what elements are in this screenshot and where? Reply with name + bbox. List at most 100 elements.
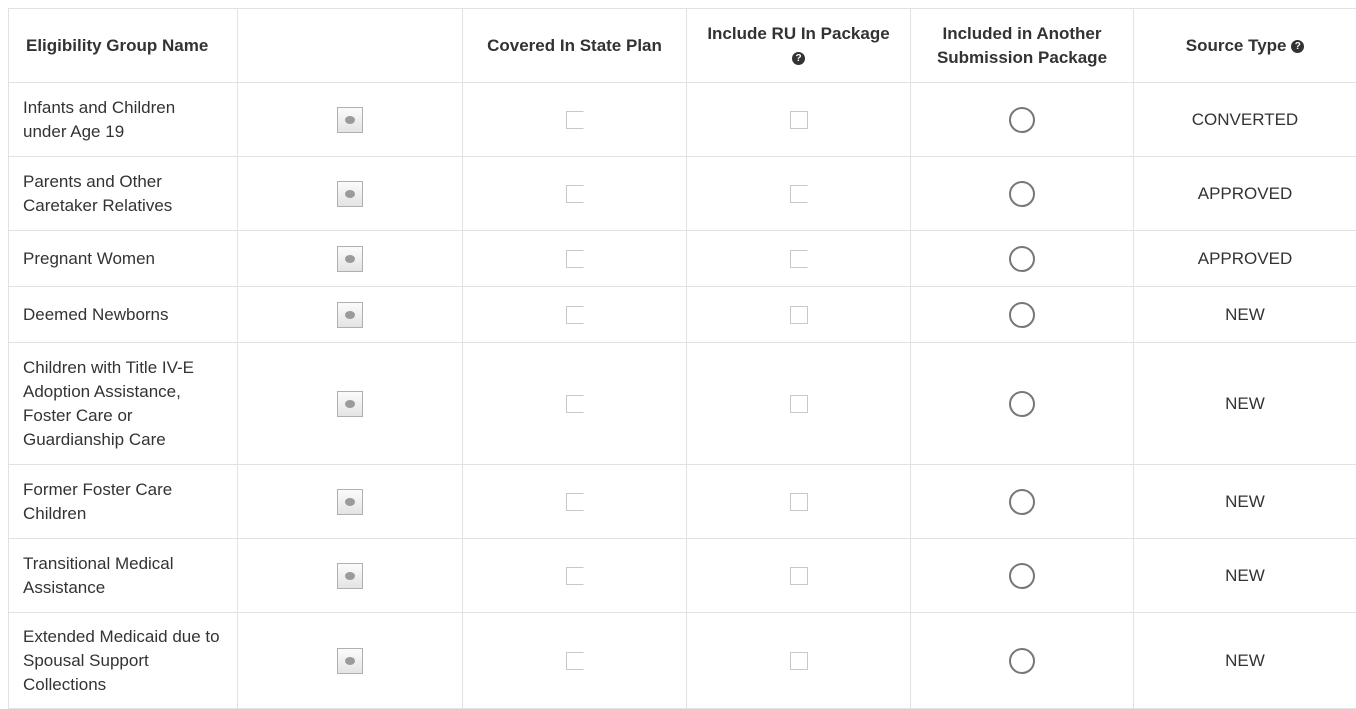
comment-cell [238,157,463,231]
include-ru-checkbox[interactable] [790,652,808,670]
source-type: APPROVED [1134,231,1356,287]
comment-cell [238,539,463,613]
included-another-radio[interactable] [1009,246,1035,272]
included-another-radio[interactable] [1009,563,1035,589]
eligibility-table: Eligibility Group Name Covered In State … [8,8,1356,709]
comment-icon[interactable] [337,391,363,417]
include-ru-cell [687,83,911,157]
include-ru-checkbox[interactable] [790,250,808,268]
header-name: Eligibility Group Name [9,9,238,83]
include-ru-checkbox[interactable] [790,306,808,324]
table-row: Parents and Other Caretaker Relatives AP… [9,157,1356,231]
eligibility-group-name: Children with Title IV-E Adoption Assist… [9,343,238,465]
include-ru-cell [687,465,911,539]
comment-icon[interactable] [337,107,363,133]
included-another-cell [911,231,1134,287]
covered-cell [463,157,687,231]
comment-icon[interactable] [337,302,363,328]
included-another-cell [911,83,1134,157]
source-type: NEW [1134,287,1356,343]
eligibility-group-name: Former Foster Care Children [9,465,238,539]
comment-cell [238,343,463,465]
covered-checkbox[interactable] [566,567,584,585]
included-another-cell [911,157,1134,231]
table-row: Transitional Medical Assistance NEW [9,539,1356,613]
source-type: APPROVED [1134,157,1356,231]
table-row: Pregnant Women APPROVED [9,231,1356,287]
source-type: NEW [1134,343,1356,465]
source-type: CONVERTED [1134,83,1356,157]
include-ru-cell [687,287,911,343]
header-blank [238,9,463,83]
header-source-type-label: Source Type [1186,36,1287,55]
question-circle-icon[interactable]: ? [792,52,805,65]
include-ru-cell [687,343,911,465]
header-covered: Covered In State Plan [463,9,687,83]
covered-checkbox[interactable] [566,493,584,511]
included-another-cell [911,343,1134,465]
header-include-ru: Include RU In Package ? [687,9,911,83]
include-ru-checkbox[interactable] [790,111,808,129]
table-row: Deemed Newborns NEW [9,287,1356,343]
comment-cell [238,83,463,157]
covered-checkbox[interactable] [566,185,584,203]
eligibility-group-name: Pregnant Women [9,231,238,287]
covered-cell [463,231,687,287]
comment-icon[interactable] [337,246,363,272]
included-another-cell [911,539,1134,613]
covered-cell [463,287,687,343]
included-another-cell [911,287,1134,343]
source-type: NEW [1134,613,1356,709]
include-ru-checkbox[interactable] [790,185,808,203]
include-ru-cell [687,613,911,709]
comment-cell [238,613,463,709]
include-ru-cell [687,157,911,231]
comment-cell [238,465,463,539]
include-ru-checkbox[interactable] [790,567,808,585]
included-another-radio[interactable] [1009,648,1035,674]
included-another-radio[interactable] [1009,391,1035,417]
comment-icon[interactable] [337,563,363,589]
header-source-type: Source Type ? [1134,9,1356,83]
comment-cell [238,287,463,343]
covered-checkbox[interactable] [566,306,584,324]
covered-cell [463,465,687,539]
comment-icon[interactable] [337,648,363,674]
header-included-another: Included in Another Submission Package [911,9,1134,83]
included-another-radio[interactable] [1009,489,1035,515]
included-another-cell [911,465,1134,539]
comment-icon[interactable] [337,489,363,515]
eligibility-group-name: Infants and Children under Age 19 [9,83,238,157]
include-ru-checkbox[interactable] [790,395,808,413]
table-row: Extended Medicaid due to Spousal Support… [9,613,1356,709]
comment-icon[interactable] [337,181,363,207]
include-ru-cell [687,539,911,613]
covered-checkbox[interactable] [566,111,584,129]
covered-cell [463,539,687,613]
included-another-cell [911,613,1134,709]
table-row: Former Foster Care Children NEW [9,465,1356,539]
eligibility-group-name: Deemed Newborns [9,287,238,343]
header-row: Eligibility Group Name Covered In State … [9,9,1356,83]
include-ru-cell [687,231,911,287]
covered-checkbox[interactable] [566,250,584,268]
covered-checkbox[interactable] [566,395,584,413]
eligibility-group-name: Transitional Medical Assistance [9,539,238,613]
covered-cell [463,343,687,465]
comment-cell [238,231,463,287]
question-circle-icon[interactable]: ? [1291,40,1304,53]
covered-checkbox[interactable] [566,652,584,670]
source-type: NEW [1134,539,1356,613]
covered-cell [463,83,687,157]
source-type: NEW [1134,465,1356,539]
header-include-ru-label: Include RU In Package [707,24,889,43]
include-ru-checkbox[interactable] [790,493,808,511]
table-row: Children with Title IV-E Adoption Assist… [9,343,1356,465]
included-another-radio[interactable] [1009,302,1035,328]
eligibility-group-name: Extended Medicaid due to Spousal Support… [9,613,238,709]
table-row: Infants and Children under Age 19 CONVER… [9,83,1356,157]
included-another-radio[interactable] [1009,107,1035,133]
covered-cell [463,613,687,709]
included-another-radio[interactable] [1009,181,1035,207]
eligibility-group-name: Parents and Other Caretaker Relatives [9,157,238,231]
